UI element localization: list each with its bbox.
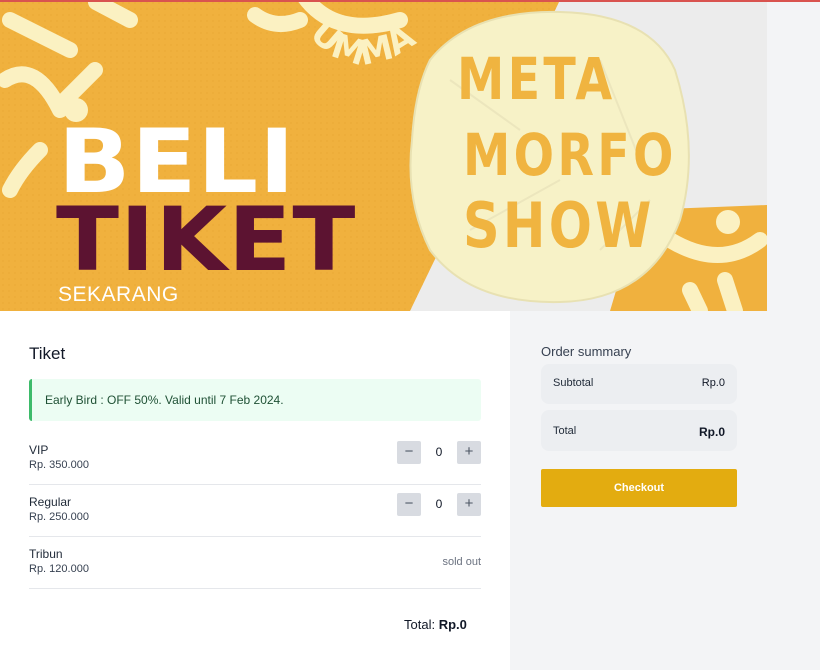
quantity-stepper-regular: − 0 + — [397, 493, 481, 516]
ticket-name: VIP — [29, 443, 49, 457]
ticket-price: Rp. 350.000 — [29, 459, 89, 471]
subtotal-box: Subtotal Rp.0 — [541, 364, 737, 404]
quantity-value[interactable]: 0 — [421, 441, 457, 464]
ticket-name: Tribun — [29, 547, 63, 561]
ticket-total: Total: Rp.0 — [404, 617, 467, 632]
increment-button[interactable]: + — [457, 493, 481, 516]
ticket-section-title: Tiket — [29, 344, 66, 363]
event-logo-line-2: MORFO — [463, 121, 677, 189]
event-logo-line-3: SHOW — [463, 189, 655, 262]
decrement-button[interactable]: − — [397, 493, 421, 516]
right-gutter — [767, 0, 820, 670]
sold-out-label: sold out — [442, 556, 481, 568]
order-summary-panel: Order summary Subtotal Rp.0 Total Rp.0 C… — [510, 311, 767, 670]
increment-button[interactable]: + — [457, 441, 481, 464]
quantity-value[interactable]: 0 — [421, 493, 457, 516]
promo-banner: Early Bird : OFF 50%. Valid until 7 Feb … — [29, 379, 481, 421]
decrement-button[interactable]: − — [397, 441, 421, 464]
order-summary-title: Order summary — [541, 344, 632, 359]
ticket-row-tribun: Tribun Rp. 120.000 sold out — [29, 537, 481, 589]
total-label: Total — [553, 425, 577, 437]
ticket-price: Rp. 120.000 — [29, 563, 89, 575]
banner-headline-tiket: TIKET — [56, 188, 357, 291]
event-banner: UMMA BELI TIKET SEKARANG META MORFO SHOW — [0, 0, 767, 311]
ticket-row-vip: VIP Rp. 350.000 − 0 + — [29, 433, 481, 485]
subtotal-value: Rp.0 — [701, 377, 725, 389]
ticket-total-label: Total: — [404, 617, 436, 632]
top-accent-line — [0, 0, 820, 2]
ticket-panel: Tiket Early Bird : OFF 50%. Valid until … — [0, 311, 510, 670]
ticket-price: Rp. 250.000 — [29, 511, 89, 523]
subtotal-label: Subtotal — [553, 377, 594, 389]
ticket-name: Regular — [29, 495, 72, 509]
ticket-row-regular: Regular Rp. 250.000 − 0 + — [29, 485, 481, 537]
total-box: Total Rp.0 — [541, 410, 737, 451]
checkout-button[interactable]: Checkout — [541, 469, 737, 507]
ticket-total-value: Rp.0 — [438, 617, 467, 632]
total-value: Rp.0 — [698, 425, 725, 439]
quantity-stepper-vip: − 0 + — [397, 441, 481, 464]
event-logo-line-1: META — [457, 45, 616, 113]
banner-headline-sekarang: SEKARANG — [58, 283, 179, 306]
